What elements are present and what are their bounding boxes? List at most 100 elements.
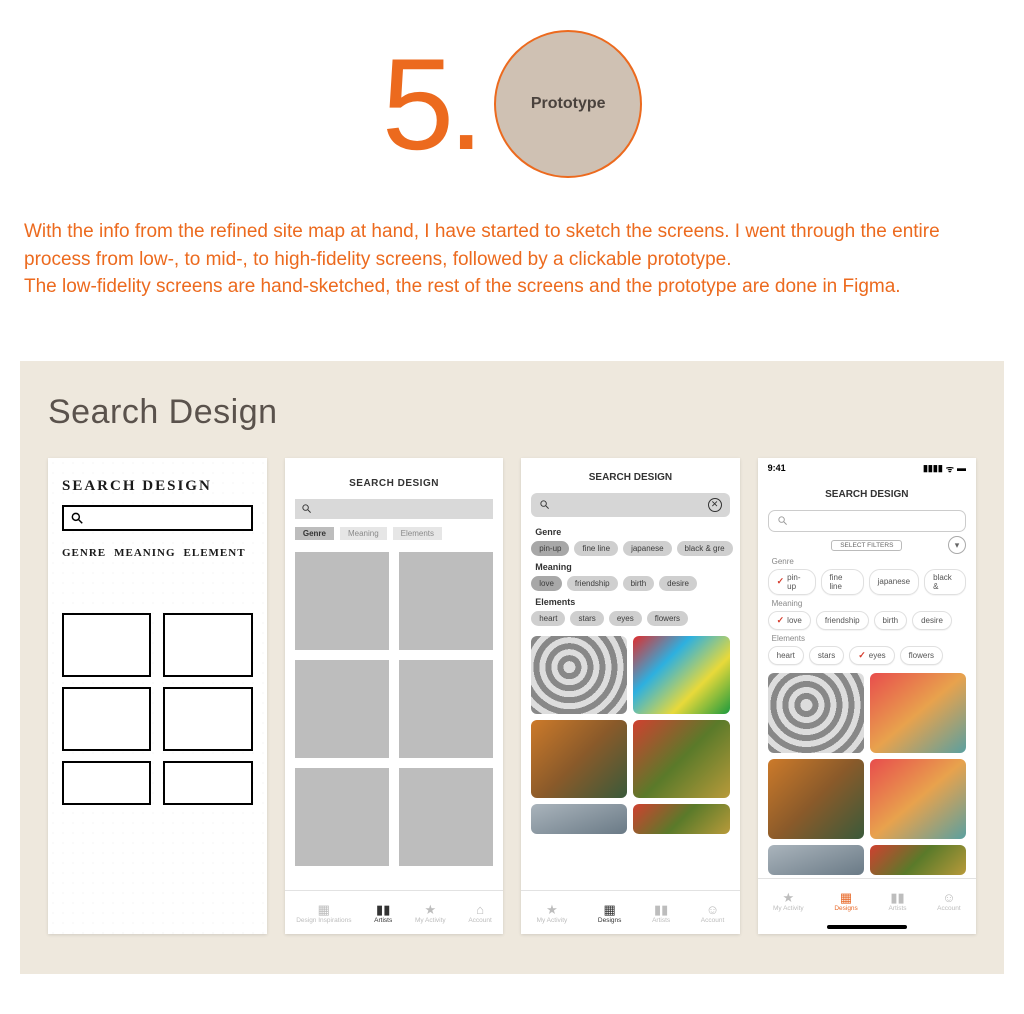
chip[interactable]: stars: [570, 611, 603, 626]
chip[interactable]: flowers: [647, 611, 688, 626]
lowfi-tab[interactable]: Elements: [393, 527, 442, 540]
chip[interactable]: pin-up: [531, 541, 569, 556]
result-thumb[interactable]: [870, 759, 966, 839]
result-thumb[interactable]: [633, 636, 729, 714]
nav-design[interactable]: ▦Design Inspirations: [296, 903, 351, 924]
stage-circle: Prototype: [494, 30, 642, 178]
sketch-title: SEARCH DESIGN: [62, 478, 253, 495]
sketch-tab[interactable]: GENRE: [62, 547, 106, 559]
chip[interactable]: japanese: [869, 569, 919, 595]
signal-icon: ▮▮▮▮: [923, 463, 943, 474]
lowfi-cell[interactable]: [399, 552, 493, 650]
sketch-tab[interactable]: MEANING: [114, 547, 175, 559]
nav-label: Designs: [834, 905, 857, 912]
filters-label: SELECT FILTERS: [831, 540, 902, 551]
chip[interactable]: heart: [768, 646, 804, 665]
lowfi-tab[interactable]: Genre: [295, 527, 334, 540]
chip[interactable]: fine line: [574, 541, 618, 556]
result-thumb[interactable]: [768, 845, 864, 875]
result-thumb[interactable]: [531, 720, 627, 798]
chip[interactable]: birth: [623, 576, 655, 591]
chip[interactable]: desire: [659, 576, 697, 591]
screens-row: SEARCH DESIGN GENRE MEANING ELEMENT: [48, 458, 976, 934]
lowfi-cell[interactable]: [295, 768, 389, 866]
lowfi-cell[interactable]: [295, 552, 389, 650]
chip[interactable]: black &: [924, 569, 966, 595]
nav-designs[interactable]: ▦Designs: [834, 891, 857, 912]
chip[interactable]: ✓eyes: [849, 646, 894, 665]
screen-midfi: SEARCH DESIGN ✕ Genre pin-up fine line j…: [521, 458, 739, 934]
nav-label: Account: [468, 917, 492, 924]
lowfi-cell[interactable]: [399, 660, 493, 758]
funnel-icon[interactable]: ▾: [948, 536, 966, 554]
nav-label: My Activity: [415, 917, 446, 924]
result-thumb[interactable]: [870, 673, 966, 753]
nav-artists[interactable]: ▮▮Artists: [374, 903, 392, 924]
search-icon: [301, 503, 312, 514]
midfi-search[interactable]: ✕: [531, 493, 729, 517]
chip[interactable]: birth: [874, 611, 908, 630]
chip[interactable]: ✓pin-up: [768, 569, 816, 595]
nav-label: Designs: [598, 917, 621, 924]
sketch-tabs: GENRE MEANING ELEMENT: [62, 547, 253, 559]
nav-label: Artists: [652, 917, 670, 924]
chip[interactable]: fine line: [821, 569, 864, 595]
result-grid: [531, 636, 729, 834]
chip[interactable]: heart: [531, 611, 565, 626]
nav-label: Design Inspirations: [296, 917, 351, 924]
section-label-elements: Elements: [535, 597, 729, 607]
search-icon: [777, 515, 788, 526]
nav-activity[interactable]: ★My Activity: [537, 903, 568, 924]
lowfi-cell[interactable]: [399, 768, 493, 866]
lowfi-tabs: Genre Meaning Elements: [295, 527, 493, 540]
lowfi-cell[interactable]: [295, 660, 389, 758]
result-thumb[interactable]: [531, 804, 627, 834]
chip[interactable]: stars: [809, 646, 844, 665]
nav-artists[interactable]: ▮▮Artists: [652, 903, 670, 924]
stage-number: 5.: [382, 39, 478, 169]
chip[interactable]: desire: [912, 611, 952, 630]
nav-designs[interactable]: ▦Designs: [598, 903, 621, 924]
star-icon: ★: [424, 903, 436, 916]
grid-icon: ▦: [604, 903, 616, 916]
star-icon: ★: [546, 903, 558, 916]
result-thumb[interactable]: [633, 804, 729, 834]
chip[interactable]: friendship: [567, 576, 618, 591]
result-thumb[interactable]: [768, 673, 864, 753]
clear-icon[interactable]: ✕: [708, 498, 722, 512]
grid-icon: ▦: [840, 891, 852, 904]
status-time: 9:41: [768, 463, 786, 473]
nav-account[interactable]: ☺Account: [701, 903, 725, 924]
chip[interactable]: friendship: [816, 611, 869, 630]
nav-activity[interactable]: ★My Activity: [773, 891, 804, 912]
tabbar: ★My Activity ▦Designs ▮▮Artists ☺Account: [758, 878, 976, 922]
sketch-search[interactable]: [62, 505, 253, 531]
nav-account[interactable]: ⌂Account: [468, 903, 492, 924]
section-label-meaning: Meaning: [535, 562, 729, 572]
sketch-cell: [62, 761, 151, 805]
chip[interactable]: love: [531, 576, 562, 591]
chip[interactable]: japanese: [623, 541, 671, 556]
section-label-elements: Elements: [772, 634, 966, 643]
result-thumb[interactable]: [531, 636, 627, 714]
sketch-cell: [163, 761, 252, 805]
stage-header: 5. Prototype: [20, 30, 1004, 178]
nav-account[interactable]: ☺Account: [937, 891, 961, 912]
hifi-search[interactable]: [768, 510, 966, 532]
chip[interactable]: ✓love: [768, 611, 811, 630]
lowfi-tab[interactable]: Meaning: [340, 527, 387, 540]
chip[interactable]: flowers: [900, 646, 943, 665]
midfi-title: SEARCH DESIGN: [531, 472, 729, 483]
result-thumb[interactable]: [633, 720, 729, 798]
result-thumb[interactable]: [768, 759, 864, 839]
search-icon: [70, 511, 84, 525]
nav-activity[interactable]: ★My Activity: [415, 903, 446, 924]
result-thumb[interactable]: [870, 845, 966, 875]
home-indicator: [827, 925, 907, 929]
chip-row: pin-up fine line japanese black & gre: [531, 541, 729, 556]
sketch-tab[interactable]: ELEMENT: [184, 547, 246, 559]
chip[interactable]: eyes: [609, 611, 642, 626]
chip[interactable]: black & gre: [677, 541, 733, 556]
lowfi-search[interactable]: [295, 499, 493, 519]
nav-artists[interactable]: ▮▮Artists: [888, 891, 906, 912]
